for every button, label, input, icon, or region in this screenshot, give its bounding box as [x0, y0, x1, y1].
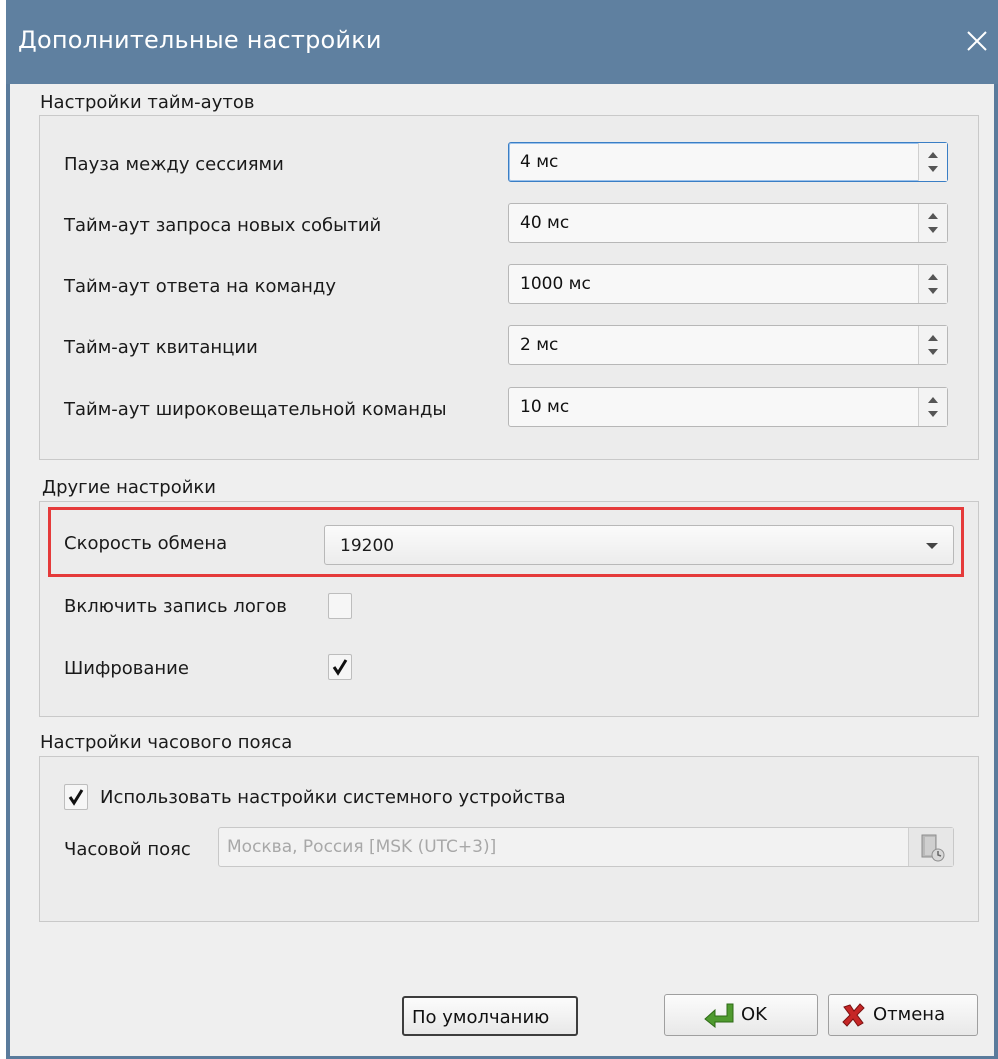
receipt-timeout-label: Тайм-аут квитанции [64, 337, 258, 358]
use-system-checkbox[interactable] [64, 784, 88, 810]
receipt-timeout-value: 2 мс [520, 335, 559, 355]
spin-arrows-icon[interactable] [918, 326, 947, 364]
spin-arrows-icon[interactable] [918, 265, 947, 303]
spin-arrows-icon[interactable] [918, 143, 947, 181]
broadcast-timeout-spinbox[interactable]: 10 мс [508, 387, 948, 427]
timeouts-section-title: Настройки тайм-аутов [40, 92, 255, 113]
broadcast-timeout-label: Тайм-аут широковещательной команды [64, 399, 447, 420]
red-x-icon [842, 1003, 865, 1027]
chevron-down-icon [926, 543, 938, 549]
use-system-label: Использовать настройки системного устрой… [100, 787, 566, 808]
timezone-section-title: Настройки часового пояса [40, 732, 293, 753]
cancel-button-label: Отмена [873, 1004, 946, 1025]
new-events-timeout-value: 40 мс [520, 213, 570, 233]
logs-label: Включить запись логов [64, 596, 287, 617]
spin-arrows-icon[interactable] [918, 388, 947, 426]
dialog-window: Дополнительные настройки Настройки тайм-… [6, 0, 998, 1059]
close-icon[interactable] [962, 26, 992, 56]
command-response-timeout-spinbox[interactable]: 1000 мс [508, 264, 948, 304]
ok-button[interactable]: OK [664, 994, 818, 1036]
clock-book-icon [921, 834, 945, 862]
spin-arrows-icon[interactable] [918, 204, 947, 242]
timezone-field[interactable]: Москва, Россия [MSK (UTC+3)] [218, 827, 954, 867]
other-section-title: Другие настройки [42, 477, 216, 498]
speed-combobox[interactable]: 19200 [324, 525, 954, 565]
ok-button-label: OK [741, 1004, 767, 1025]
new-events-timeout-label: Тайм-аут запроса новых событий [64, 215, 382, 236]
timezone-picker-button[interactable] [908, 828, 953, 866]
speed-label: Скорость обмена [64, 533, 228, 554]
window-title: Дополнительные настройки [18, 26, 382, 54]
title-bar: Дополнительные настройки [6, 0, 998, 84]
timezone-label: Часовой пояс [64, 839, 191, 860]
checkmark-icon [332, 659, 348, 676]
session-pause-label: Пауза между сессиями [64, 154, 284, 175]
defaults-button[interactable]: По умолчанию [402, 996, 578, 1036]
green-enter-arrow-icon [704, 1003, 734, 1028]
receipt-timeout-spinbox[interactable]: 2 мс [508, 325, 948, 365]
checkmark-icon [68, 789, 84, 806]
cancel-button[interactable]: Отмена [828, 994, 978, 1036]
broadcast-timeout-value: 10 мс [520, 397, 570, 417]
speed-value: 19200 [340, 536, 395, 556]
encryption-checkbox[interactable] [328, 654, 352, 680]
command-response-timeout-value: 1000 мс [520, 274, 591, 294]
dialog-body: Настройки тайм-аутов Пауза между сессиям… [10, 84, 994, 1056]
encryption-label: Шифрование [64, 658, 189, 679]
session-pause-value: 4 мс [520, 152, 559, 172]
new-events-timeout-spinbox[interactable]: 40 мс [508, 203, 948, 243]
timezone-value: Москва, Россия [MSK (UTC+3)] [227, 837, 497, 857]
logs-checkbox[interactable] [328, 593, 352, 619]
session-pause-spinbox[interactable]: 4 мс [508, 142, 948, 182]
defaults-button-label: По умолчанию [412, 1007, 550, 1028]
command-response-timeout-label: Тайм-аут ответа на команду [64, 276, 336, 297]
